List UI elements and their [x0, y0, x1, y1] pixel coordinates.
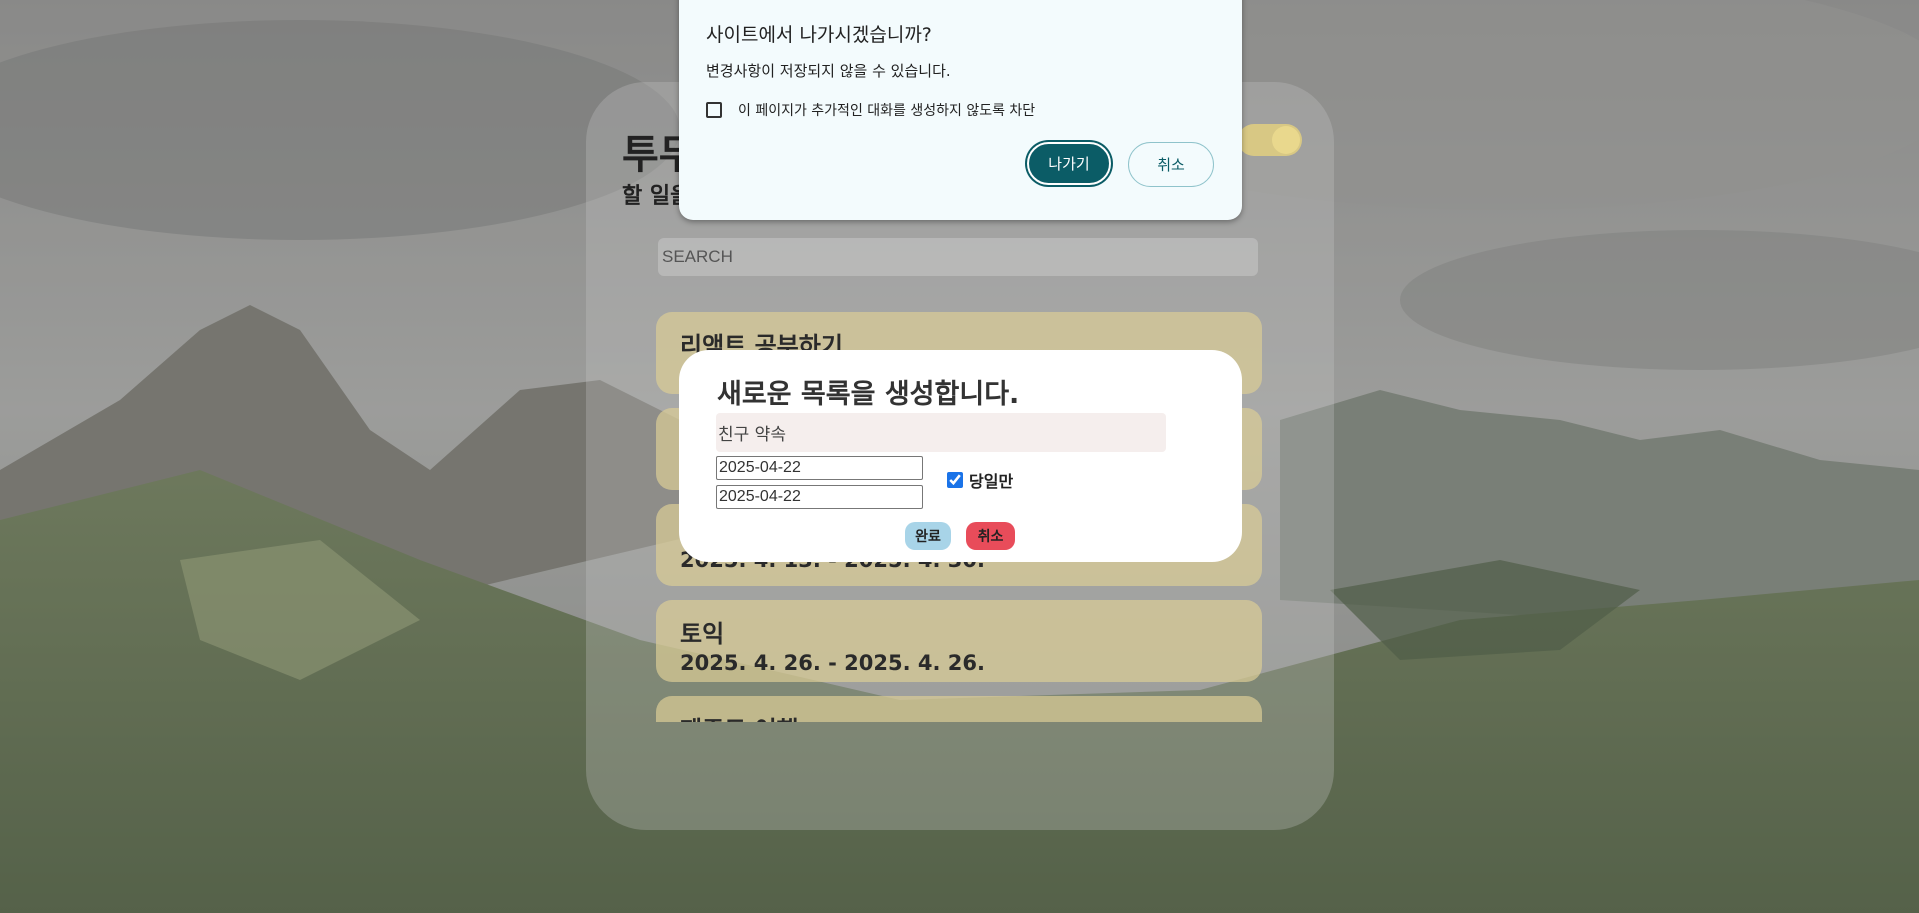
todo-date: 2025. 4. 26. - 2025. 4. 26.: [680, 651, 986, 675]
dialog-message: 변경사항이 저장되지 않을 수 있습니다.: [706, 62, 951, 80]
leave-button[interactable]: 나가기: [1027, 142, 1111, 185]
block-dialogs-option[interactable]: 이 페이지가 추가적인 대화를 생성하지 않도록 차단: [706, 100, 1035, 120]
search-input[interactable]: [658, 238, 1258, 276]
modal-cancel-button[interactable]: 취소: [966, 522, 1015, 550]
same-day-label: 당일만: [969, 472, 1014, 491]
done-button[interactable]: 완료: [905, 522, 951, 550]
todo-item[interactable]: 제주도 여행: [656, 696, 1262, 722]
new-item-modal: 새로운 목록을 생성합니다. 당일만 완료 취소: [679, 350, 1242, 562]
todo-title: 제주도 여행: [680, 710, 1238, 722]
same-day-option[interactable]: 당일만: [947, 468, 1013, 492]
item-name-input[interactable]: [716, 413, 1166, 452]
todo-title: 토익: [680, 620, 725, 648]
theme-toggle[interactable]: [1238, 124, 1302, 156]
leave-site-dialog: 사이트에서 나가시겠습니까? 변경사항이 저장되지 않을 수 있습니다. 이 페…: [679, 0, 1242, 220]
app-title: 투두: [622, 132, 686, 178]
start-date-input[interactable]: [716, 456, 923, 480]
end-date-input[interactable]: [716, 485, 923, 509]
dialog-cancel-button[interactable]: 취소: [1128, 142, 1214, 187]
toggle-knob: [1272, 126, 1300, 154]
dialog-title: 사이트에서 나가시겠습니까?: [706, 24, 932, 46]
todo-item[interactable]: 토익 2025. 4. 26. - 2025. 4. 26.: [656, 600, 1262, 682]
same-day-checkbox[interactable]: [947, 472, 963, 488]
block-dialogs-checkbox[interactable]: [706, 102, 722, 118]
block-dialogs-label: 이 페이지가 추가적인 대화를 생성하지 않도록 차단: [738, 103, 1036, 119]
modal-title: 새로운 목록을 생성합니다.: [717, 379, 1020, 410]
